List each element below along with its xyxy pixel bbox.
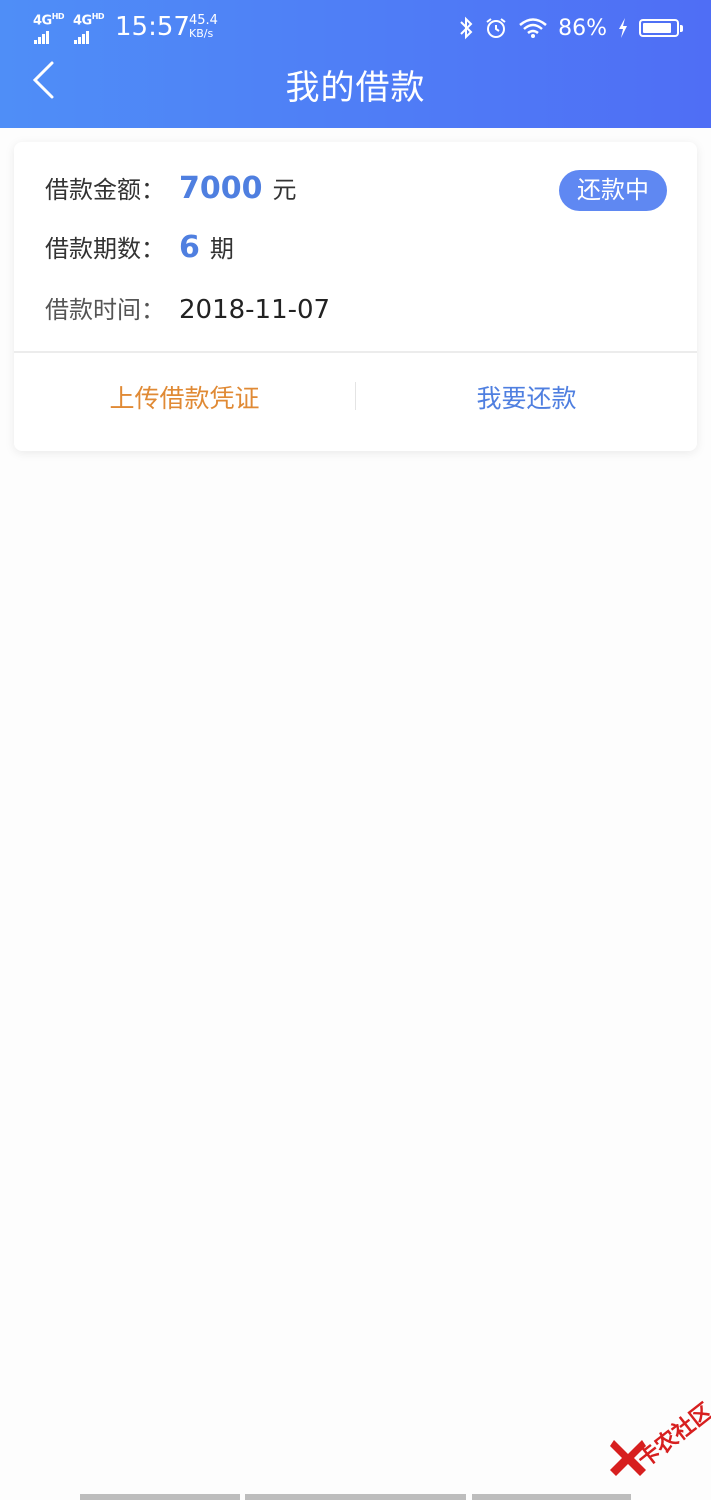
network-1-sup: HD xyxy=(51,12,65,21)
loan-time-value: 2018-11-07 xyxy=(179,295,331,325)
network-speed-value: 45.4 xyxy=(189,13,218,28)
status-bar: 4GHD 4GHD 15:57 45.4 KB/s 86% xyxy=(0,0,711,54)
network-1-label: 4G xyxy=(33,13,52,29)
nav-gesture-bar xyxy=(0,1494,711,1500)
loan-periods-unit: 期 xyxy=(209,235,234,263)
loan-periods-row: 借款期数： 6 期 xyxy=(45,229,234,265)
status-badge: 还款中 xyxy=(559,170,667,211)
network-indicator-2: 4GHD xyxy=(73,12,105,44)
alarm-icon xyxy=(486,18,506,38)
loan-amount-value: 7000 xyxy=(179,171,263,206)
repay-button[interactable]: 我要还款 xyxy=(356,364,697,434)
battery-percent: 86% xyxy=(558,15,607,41)
loan-time-label: 借款时间： xyxy=(45,296,165,324)
network-indicator-1: 4GHD xyxy=(33,12,65,44)
wifi-icon xyxy=(519,18,547,38)
charging-icon xyxy=(619,18,627,38)
loan-card: 借款金额： 7000 元 还款中 借款期数： 6 期 借款时间： 2018-11… xyxy=(14,142,697,451)
network-speed-unit: KB/s xyxy=(189,27,214,40)
loan-amount-unit: 元 xyxy=(272,176,297,204)
page-title: 我的借款 xyxy=(285,68,426,108)
bluetooth-icon xyxy=(460,16,473,40)
signal-bars-icon xyxy=(33,29,50,44)
loan-amount-label: 借款金额： xyxy=(45,176,165,204)
app-header: 4GHD 4GHD 15:57 45.4 KB/s 86% 我的借款 xyxy=(0,0,711,128)
network-2-sup: HD xyxy=(91,12,105,21)
status-icons: 86% xyxy=(458,13,683,43)
network-speed: 45.4 KB/s xyxy=(189,14,218,40)
upload-voucher-button[interactable]: 上传借款凭证 xyxy=(14,364,355,434)
loan-time-row: 借款时间： 2018-11-07 xyxy=(45,290,330,325)
status-time: 15:57 xyxy=(115,12,190,42)
loan-amount-row: 借款金额： 7000 元 xyxy=(45,170,297,206)
watermark-logo: 卡农社区 xyxy=(606,1392,711,1482)
network-2-label: 4G xyxy=(73,13,92,29)
battery-icon xyxy=(639,19,683,37)
loan-periods-value: 6 xyxy=(179,230,200,265)
loan-periods-label: 借款期数： xyxy=(45,235,165,263)
card-divider xyxy=(14,351,697,353)
signal-bars-icon xyxy=(73,29,90,44)
battery-fill xyxy=(643,23,671,33)
